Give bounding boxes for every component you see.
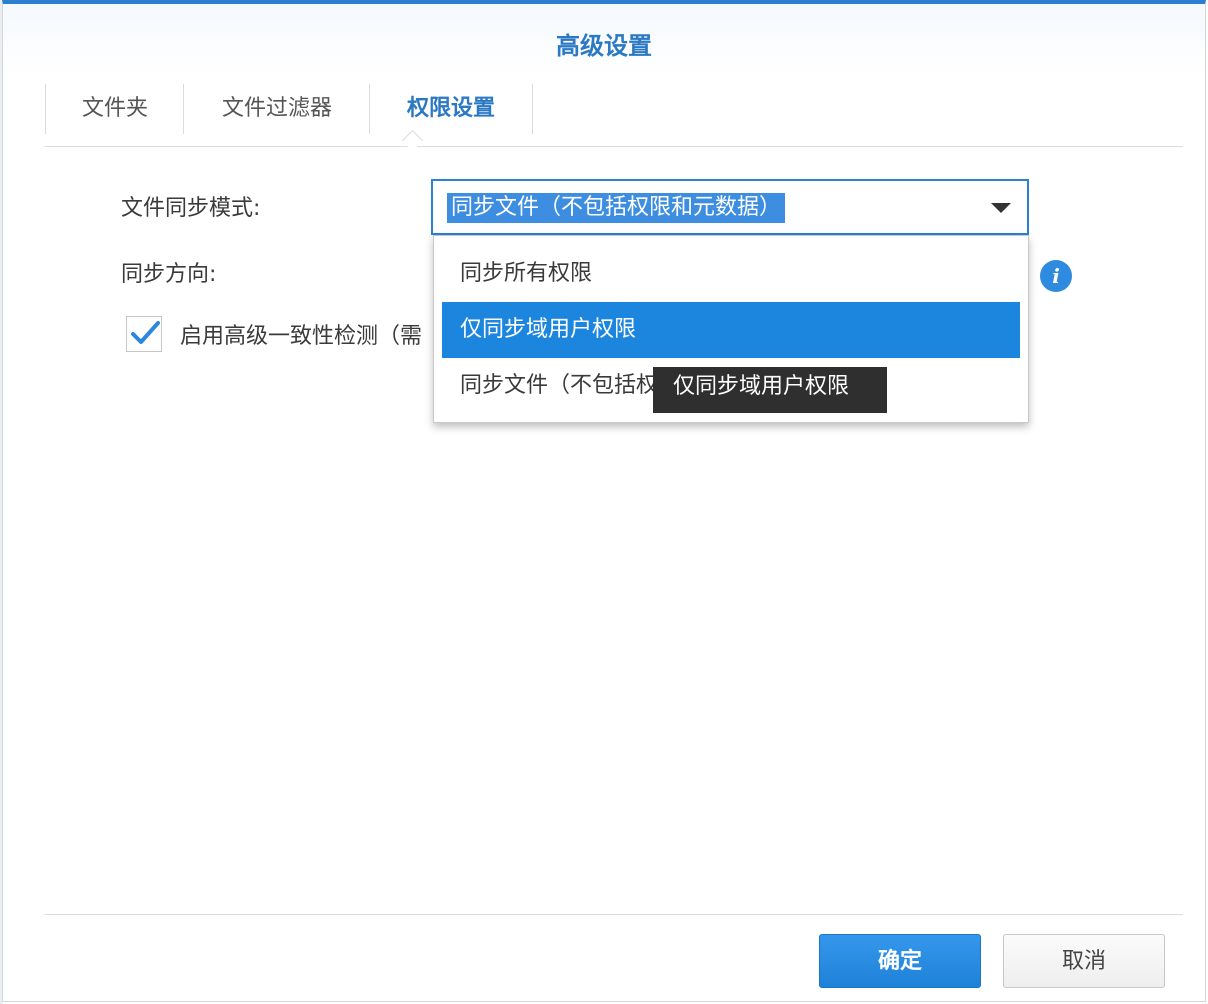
tab-permission-settings[interactable]: 权限设置 xyxy=(369,84,533,134)
sync-direction-label: 同步方向: xyxy=(121,262,217,287)
cancel-button[interactable]: 取消 xyxy=(1003,934,1165,988)
chevron-down-icon[interactable] xyxy=(991,203,1011,213)
sync-mode-label: 文件同步模式: xyxy=(121,196,261,221)
option-sync-files-only[interactable]: 同步文件（不包括权 xyxy=(442,358,662,414)
option-sync-domain-user-permissions[interactable]: 仅同步域用户权限 xyxy=(442,302,1020,358)
option-sync-all-permissions[interactable]: 同步所有权限 xyxy=(442,246,1020,302)
sync-mode-selected-value: 同步文件（不包括权限和元数据） xyxy=(447,193,786,223)
tab-file-filter[interactable]: 文件过滤器 xyxy=(183,84,370,134)
advanced-settings-dialog: 高级设置 文件夹 文件过滤器 权限设置 文件同步模式: 同步文件（不包括权限和元… xyxy=(2,0,1206,1002)
consistency-check-label: 启用高级一致性检测（需 xyxy=(180,324,423,349)
info-icon[interactable]: i xyxy=(1040,260,1072,292)
dialog-title: 高级设置 xyxy=(556,32,652,60)
ok-button[interactable]: 确定 xyxy=(819,934,981,988)
dialog-titlebar: 高级设置 xyxy=(3,4,1205,76)
tab-bar: 文件夹 文件过滤器 权限设置 xyxy=(45,84,1183,147)
checkmark-icon xyxy=(131,321,160,344)
option-tooltip: 仅同步域用户权限 xyxy=(653,367,887,413)
tab-folder[interactable]: 文件夹 xyxy=(45,84,184,134)
footer-divider xyxy=(45,914,1183,915)
sync-mode-select[interactable]: 同步文件（不包括权限和元数据） xyxy=(431,179,1029,235)
consistency-check-checkbox[interactable] xyxy=(126,316,162,352)
